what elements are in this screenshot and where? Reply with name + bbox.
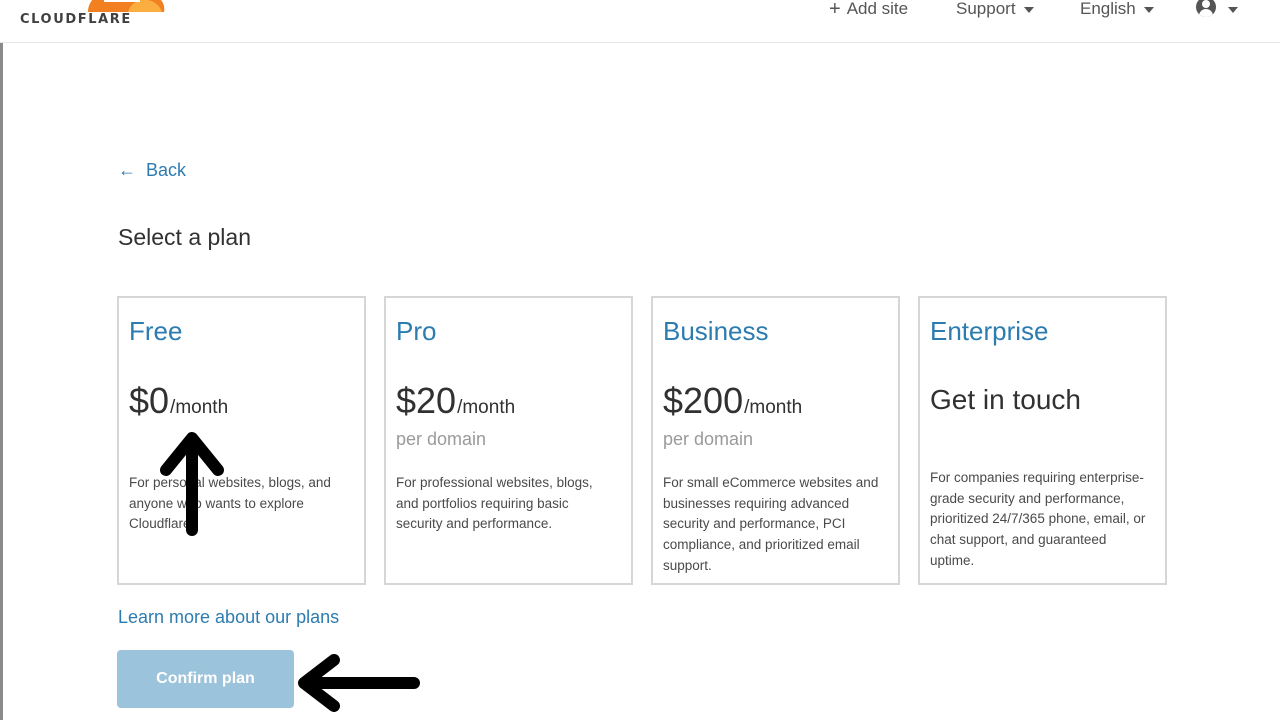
logo-text: CLOUDFLARE [20,12,132,27]
plan-name: Pro [396,316,437,346]
plus-icon: + [829,0,841,20]
price-period: /month [170,397,229,418]
plan-price: $0 /month [129,380,228,422]
plan-card-business[interactable]: Business $200 /month per domain For smal… [651,296,900,585]
plan-description: For companies requiring enterprise-grade… [930,470,1146,568]
caret-down-icon [1228,7,1238,13]
plan-description: For small eCommerce websites and busines… [663,475,879,573]
add-site-button[interactable]: + Add site [829,0,909,20]
up-arrow-annotation-icon [160,432,224,536]
left-arrow-annotation-icon [298,654,420,712]
add-site-label: Add site [846,0,909,18]
support-label: Support [956,0,1016,18]
price-amount: $20 [396,380,457,421]
language-menu[interactable]: English [1080,0,1154,18]
back-link[interactable]: ← Back [118,160,186,181]
cloud-icon [88,0,165,12]
plan-price: $20 /month [396,380,515,422]
learn-more-link[interactable]: Learn more about our plans [118,607,339,628]
plan-name: Enterprise [930,316,1049,346]
window-edge [0,0,3,720]
plan-card-enterprise[interactable]: Enterprise Get in touch For companies re… [918,296,1167,585]
page-title: Select a plan [118,224,251,250]
price-amount: $0 [129,380,170,421]
support-menu[interactable]: Support [956,0,1034,18]
confirm-plan-button[interactable]: Confirm plan [117,650,294,708]
plan-card-pro[interactable]: Pro $20 /month per domain For profession… [384,296,633,585]
top-navigation: CLOUDFLARE + Add site Support English [0,0,1280,43]
plan-per-domain: per domain [396,429,487,449]
plan-contact: Get in touch [930,384,1081,415]
user-icon [1196,0,1216,17]
cloudflare-logo[interactable]: CLOUDFLARE [20,0,165,30]
plan-name: Free [129,316,183,346]
caret-down-icon [1023,7,1034,13]
price-period: /month [457,397,516,418]
plan-description: For professional websites, blogs, and po… [396,475,593,532]
caret-down-icon [1143,7,1154,13]
plan-card-free[interactable]: Free $0 /month For personal websites, bl… [117,296,366,585]
language-label: English [1080,0,1136,18]
plan-name: Business [663,316,769,346]
price-period: /month [744,397,803,418]
back-arrow-icon: ← [118,160,136,180]
plan-price: $200 /month [663,380,802,422]
plan-per-domain: per domain [663,429,754,449]
user-menu[interactable] [1196,0,1238,18]
back-label: Back [146,160,187,180]
price-amount: $200 [663,380,744,421]
